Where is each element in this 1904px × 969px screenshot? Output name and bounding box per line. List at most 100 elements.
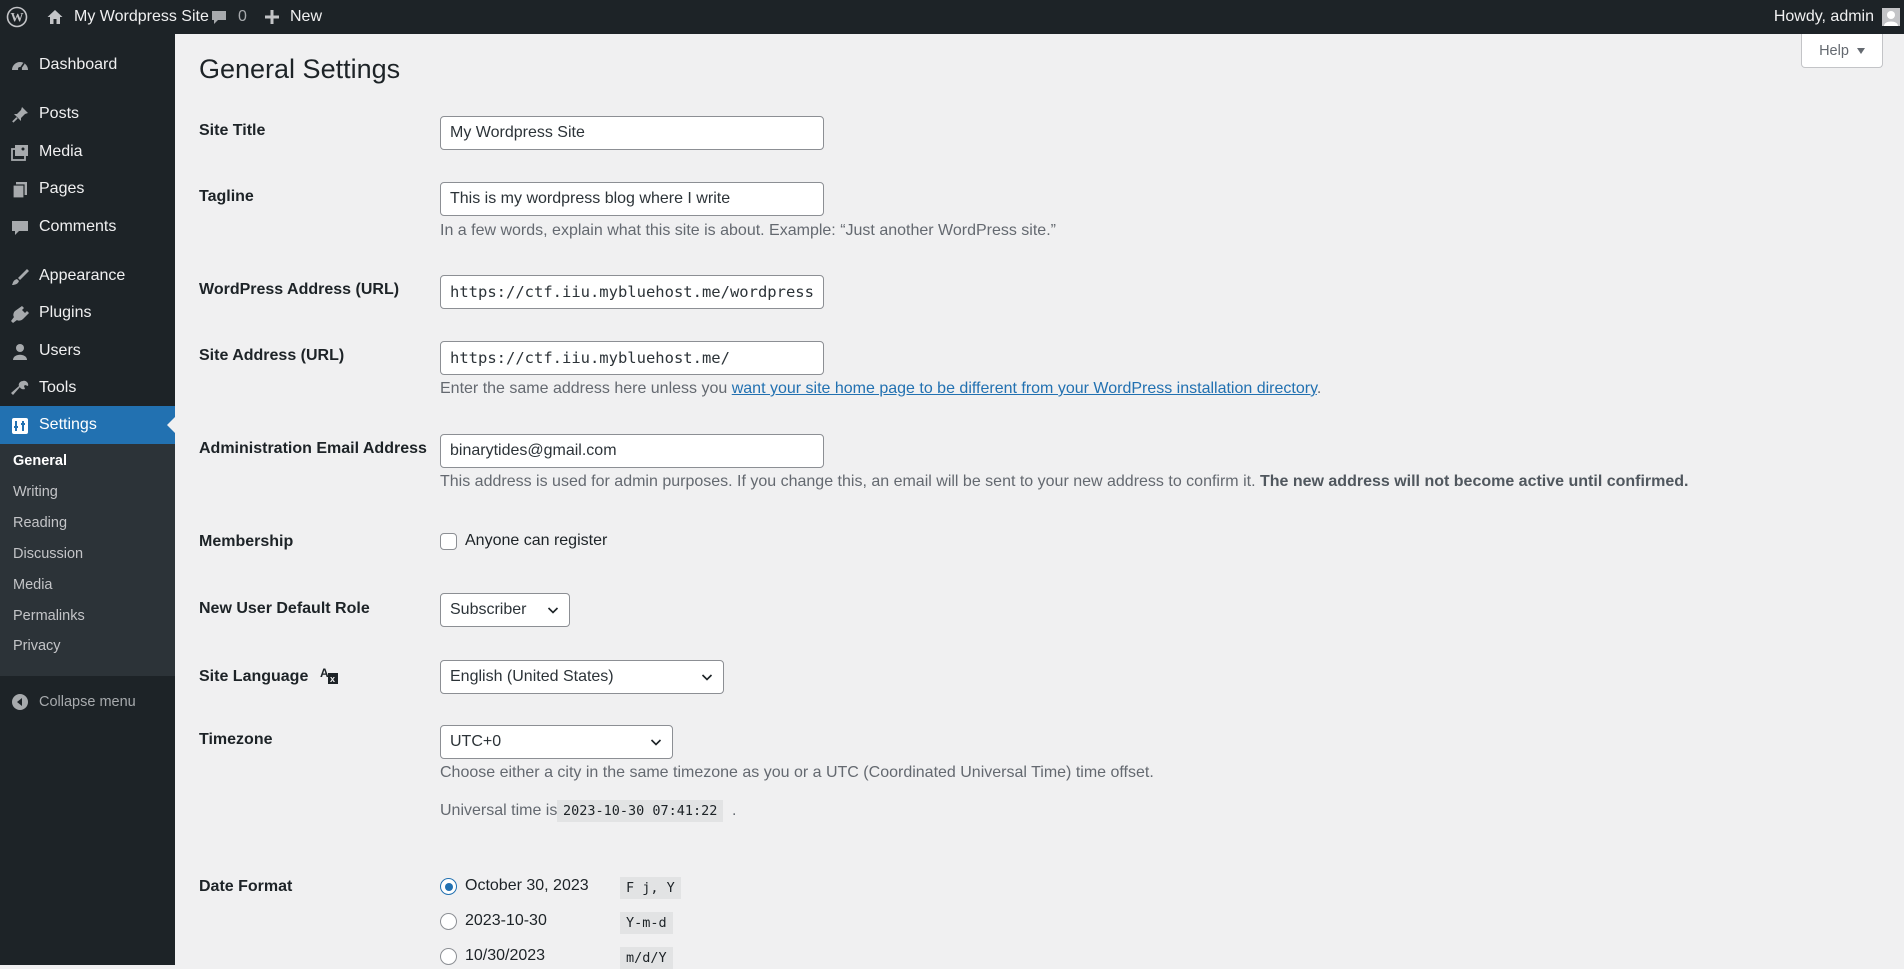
submenu-item-media[interactable]: Media: [13, 577, 53, 593]
sidebar-item-users[interactable]: Users: [0, 332, 175, 370]
sidebar-item-dashboard[interactable]: Dashboard: [0, 46, 175, 84]
wp-address-input[interactable]: https://ctf.iiu.mybluehost.me/wordpress: [440, 275, 824, 309]
date-format-option-label[interactable]: October 30, 2023: [465, 877, 589, 895]
settings-submenu: General Writing Reading Discussion Media…: [0, 444, 175, 676]
svg-text:W: W: [11, 10, 24, 25]
submenu-item-reading[interactable]: Reading: [13, 515, 67, 531]
plugin-icon: [11, 306, 29, 323]
wordpress-logo-icon[interactable]: W: [6, 0, 32, 34]
submenu-item-privacy[interactable]: Privacy: [13, 638, 61, 654]
site-title-label: Site Title: [199, 122, 266, 139]
site-address-input[interactable]: https://ctf.iiu.mybluehost.me/: [440, 341, 824, 375]
site-title-input[interactable]: My Wordpress Site: [440, 116, 824, 150]
pages-icon: [12, 182, 27, 199]
site-address-desc-suffix: .: [1316, 380, 1322, 397]
site-language-label: Site Language Ax: [199, 665, 339, 686]
submenu-item-discussion[interactable]: Discussion: [13, 546, 83, 562]
comment-bubble-icon: [212, 11, 226, 24]
media-icon: [11, 145, 28, 161]
date-format-code: F j, Y: [620, 877, 681, 899]
site-address-help-link[interactable]: want your site home page to be different…: [732, 380, 1317, 397]
submenu-item-writing[interactable]: Writing: [13, 484, 58, 500]
caret-down-icon: [1856, 47, 1865, 54]
membership-label: Membership: [199, 533, 294, 550]
default-role-label: New User Default Role: [199, 600, 370, 617]
svg-text:x: x: [330, 674, 335, 684]
universal-time-suffix: .: [732, 802, 737, 819]
comments-icon: [12, 221, 28, 235]
date-format-radio-2[interactable]: [440, 913, 457, 930]
sidebar-item-label: Settings: [39, 416, 97, 433]
admin-bar: W My Wordpress Site 0 New Howdy, admin: [0, 0, 1904, 34]
default-role-value: Subscriber: [450, 601, 527, 618]
sidebar-item-label: Media: [39, 143, 83, 160]
date-format-option-label[interactable]: 2023-10-30: [465, 912, 547, 930]
sidebar-item-label: Tools: [39, 379, 77, 396]
sidebar-item-comments[interactable]: Comments: [0, 208, 175, 246]
main-content: Help General Settings Site Title My Word…: [175, 34, 1904, 969]
admin-sidebar: Dashboard Posts Media Pages Comments App…: [0, 34, 175, 965]
sidebar-item-tools[interactable]: Tools: [0, 369, 175, 407]
tagline-input[interactable]: This is my wordpress blog where I write: [440, 182, 824, 216]
help-label: Help: [1819, 42, 1849, 59]
anyone-can-register-label[interactable]: Anyone can register: [465, 532, 607, 550]
settings-icon: [12, 418, 28, 434]
universal-time-value: 2023-10-30 07:41:22: [557, 800, 724, 822]
sidebar-item-label: Users: [39, 342, 81, 359]
chevron-down-icon: [701, 674, 713, 681]
paintbrush-icon: [12, 269, 29, 285]
tagline-description: In a few words, explain what this site i…: [440, 222, 1056, 239]
howdy-label: Howdy, admin: [1773, 8, 1874, 25]
timezone-value: UTC+0: [450, 733, 502, 750]
site-language-value: English (United States): [450, 668, 614, 685]
timezone-select[interactable]: UTC+0: [440, 725, 673, 759]
sidebar-item-posts[interactable]: Posts: [0, 95, 175, 133]
timezone-description: Choose either a city in the same timezon…: [440, 764, 1154, 781]
date-format-option-label[interactable]: 10/30/2023: [465, 947, 545, 965]
users-icon: [13, 344, 27, 360]
sidebar-item-plugins[interactable]: Plugins: [0, 294, 175, 332]
sidebar-item-appearance[interactable]: Appearance: [0, 257, 175, 295]
date-format-radio-1[interactable]: [440, 878, 457, 895]
site-name-link[interactable]: My Wordpress Site: [46, 0, 209, 34]
chevron-down-icon: [650, 739, 662, 746]
pushpin-icon: [12, 107, 28, 123]
sidebar-item-media[interactable]: Media: [0, 133, 175, 171]
submenu-item-permalinks[interactable]: Permalinks: [13, 608, 85, 624]
date-format-radio-3[interactable]: [440, 948, 457, 965]
svg-text:A: A: [320, 666, 329, 680]
new-content-link[interactable]: New: [264, 0, 322, 34]
date-format-label: Date Format: [199, 878, 293, 895]
sidebar-item-label: Plugins: [39, 304, 92, 321]
anyone-can-register-checkbox[interactable]: [440, 533, 457, 550]
dashboard-icon: [12, 62, 28, 71]
admin-email-input[interactable]: binarytides@gmail.com: [440, 434, 824, 468]
admin-email-desc-bold: The new address will not become active u…: [1259, 473, 1689, 490]
translation-icon: Ax: [320, 666, 338, 684]
collapse-arrow-icon: [12, 694, 28, 710]
help-button[interactable]: Help: [1801, 34, 1883, 68]
my-account-link[interactable]: Howdy, admin: [1774, 0, 1900, 34]
site-language-select[interactable]: English (United States): [440, 660, 724, 694]
date-format-code: m/d/Y: [620, 947, 673, 969]
home-icon: [47, 10, 63, 24]
wrench-icon: [11, 380, 29, 395]
site-address-label: Site Address (URL): [199, 347, 345, 364]
wp-address-label: WordPress Address (URL): [199, 281, 400, 298]
comments-link[interactable]: 0: [210, 0, 247, 34]
site-address-desc-prefix: Enter the same address here unless you: [440, 380, 732, 397]
sidebar-item-settings[interactable]: Settings: [0, 406, 175, 444]
submenu-item-general[interactable]: General: [13, 453, 67, 469]
timezone-label: Timezone: [199, 731, 273, 748]
default-role-select[interactable]: Subscriber: [440, 593, 570, 627]
sidebar-item-label: Posts: [39, 105, 80, 122]
admin-email-desc-text: This address is used for admin purposes.…: [440, 473, 1260, 490]
sidebar-item-label: Dashboard: [39, 56, 118, 73]
sidebar-item-pages[interactable]: Pages: [0, 170, 175, 208]
plus-icon: [265, 10, 279, 24]
collapse-menu-button[interactable]: Collapse menu: [0, 684, 175, 720]
chevron-down-icon: [547, 607, 559, 614]
sidebar-item-label: Pages: [39, 180, 85, 197]
page-title: General Settings: [199, 54, 401, 84]
admin-email-label: Administration Email Address: [199, 440, 427, 457]
